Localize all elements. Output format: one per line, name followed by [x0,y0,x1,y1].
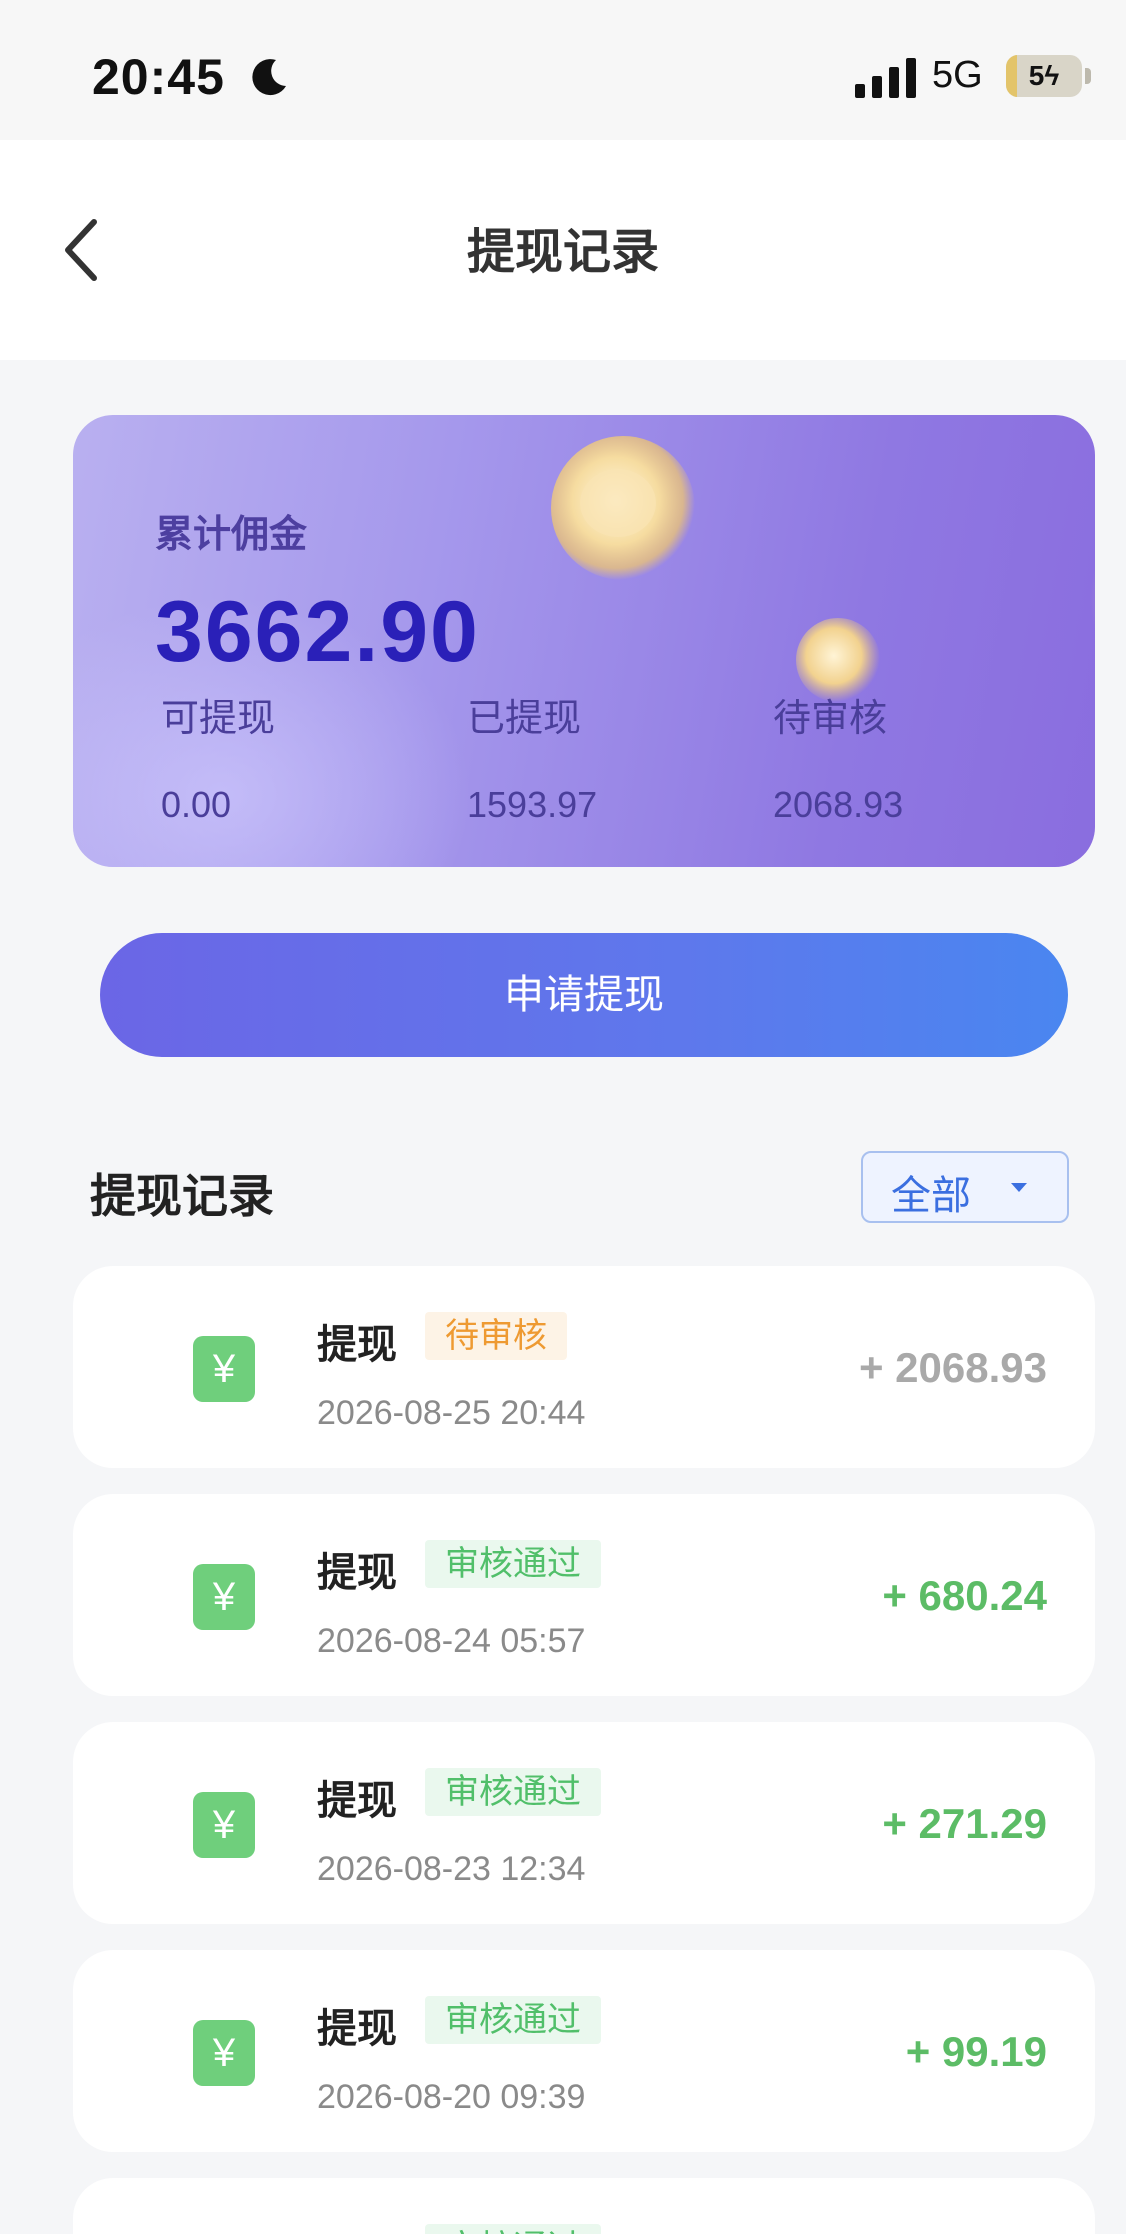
coin-decoration-icon [551,436,695,580]
record-type: 提现 [317,1322,397,1368]
record-amount: + 99.19 [905,2028,1047,2075]
coin-decoration-icon [1078,549,1095,651]
stat-value: 0.00 [161,784,232,825]
caret-down-icon [1011,1183,1027,1192]
record-amount: + 680.24 [882,1572,1047,1619]
record-type: 提现 [317,1778,397,1824]
status-bar: 20:45 5G 5ϟ [0,0,1126,140]
network-type: 5G [932,54,983,96]
commission-label: 累计佣金 [155,512,308,556]
record-time: 2026-08-23 12:34 [317,1850,586,1888]
record-amount: + 271.29 [882,1800,1047,1847]
record-item[interactable]: ¥ 提现 审核通过 2026-08-20 09:39 + 99.19 [73,1950,1095,2152]
battery-charging-icon: 5ϟ [1006,55,1092,97]
filter-label: 全部 [891,1173,971,1219]
stat-label: 可提现 [161,696,276,740]
moon-icon [252,59,286,96]
commission-total: 3662.90 [155,584,480,680]
yuan-icon: ¥ [193,2020,255,2086]
status-badge: 待审核 [425,1312,567,1360]
yuan-icon: ¥ [193,1336,255,1402]
stat-value: 1593.97 [467,784,598,825]
stat-withdrawn: 已提现 1593.97 [467,687,597,826]
battery-level: 5ϟ [1028,60,1060,91]
stat-label: 待审核 [773,696,888,740]
record-time: 2026-08-24 05:57 [317,1622,586,1660]
yuan-icon: ¥ [193,1564,255,1630]
stat-available: 可提现 0.00 [161,687,275,826]
battery-body: 5ϟ [1006,55,1082,97]
signal-bars-icon [855,58,916,98]
record-type: 提现 [317,1550,397,1596]
status-time: 20:45 [92,49,225,105]
status-badge: 审核通过 [425,1768,601,1816]
record-type: 提现 [317,2224,397,2234]
stat-label: 已提现 [467,696,582,740]
record-type: 提现 [317,2006,397,2052]
record-item[interactable]: 提现 审核通过 [73,2178,1095,2234]
record-time: 2026-08-20 09:39 [317,2078,586,2116]
status-badge: 审核通过 [425,2224,601,2234]
status-badge: 审核通过 [425,1996,601,2044]
stat-value: 2068.93 [773,784,904,825]
record-item[interactable]: ¥ 提现 审核通过 2026-08-23 12:34 + 271.29 [73,1722,1095,1924]
record-time: 2026-08-25 20:44 [317,1394,586,1432]
commission-summary-card: 累计佣金 3662.90 可提现 0.00 已提现 1593.97 待审核 20… [73,415,1095,867]
apply-withdraw-button[interactable]: 申请提现 [100,933,1068,1057]
nav-bar: 提现记录 [0,140,1126,360]
status-filter-select[interactable]: 全部 [861,1151,1069,1223]
battery-cap [1085,68,1091,84]
withdraw-records-page: 20:45 5G 5ϟ 提现记录 累计佣金 3662.90 可提现 0.00 已… [0,0,1126,2234]
status-badge: 审核通过 [425,1540,601,1588]
record-item[interactable]: ¥ 提现 待审核 2026-08-25 20:44 + 2068.93 [73,1266,1095,1468]
stat-pending: 待审核 2068.93 [773,687,903,826]
records-section-title: 提现记录 [90,1169,274,1223]
record-item[interactable]: ¥ 提现 审核通过 2026-08-24 05:57 + 680.24 [73,1494,1095,1696]
record-amount: + 2068.93 [858,1344,1047,1391]
yuan-icon: ¥ [193,1792,255,1858]
page-title: 提现记录 [466,224,659,280]
